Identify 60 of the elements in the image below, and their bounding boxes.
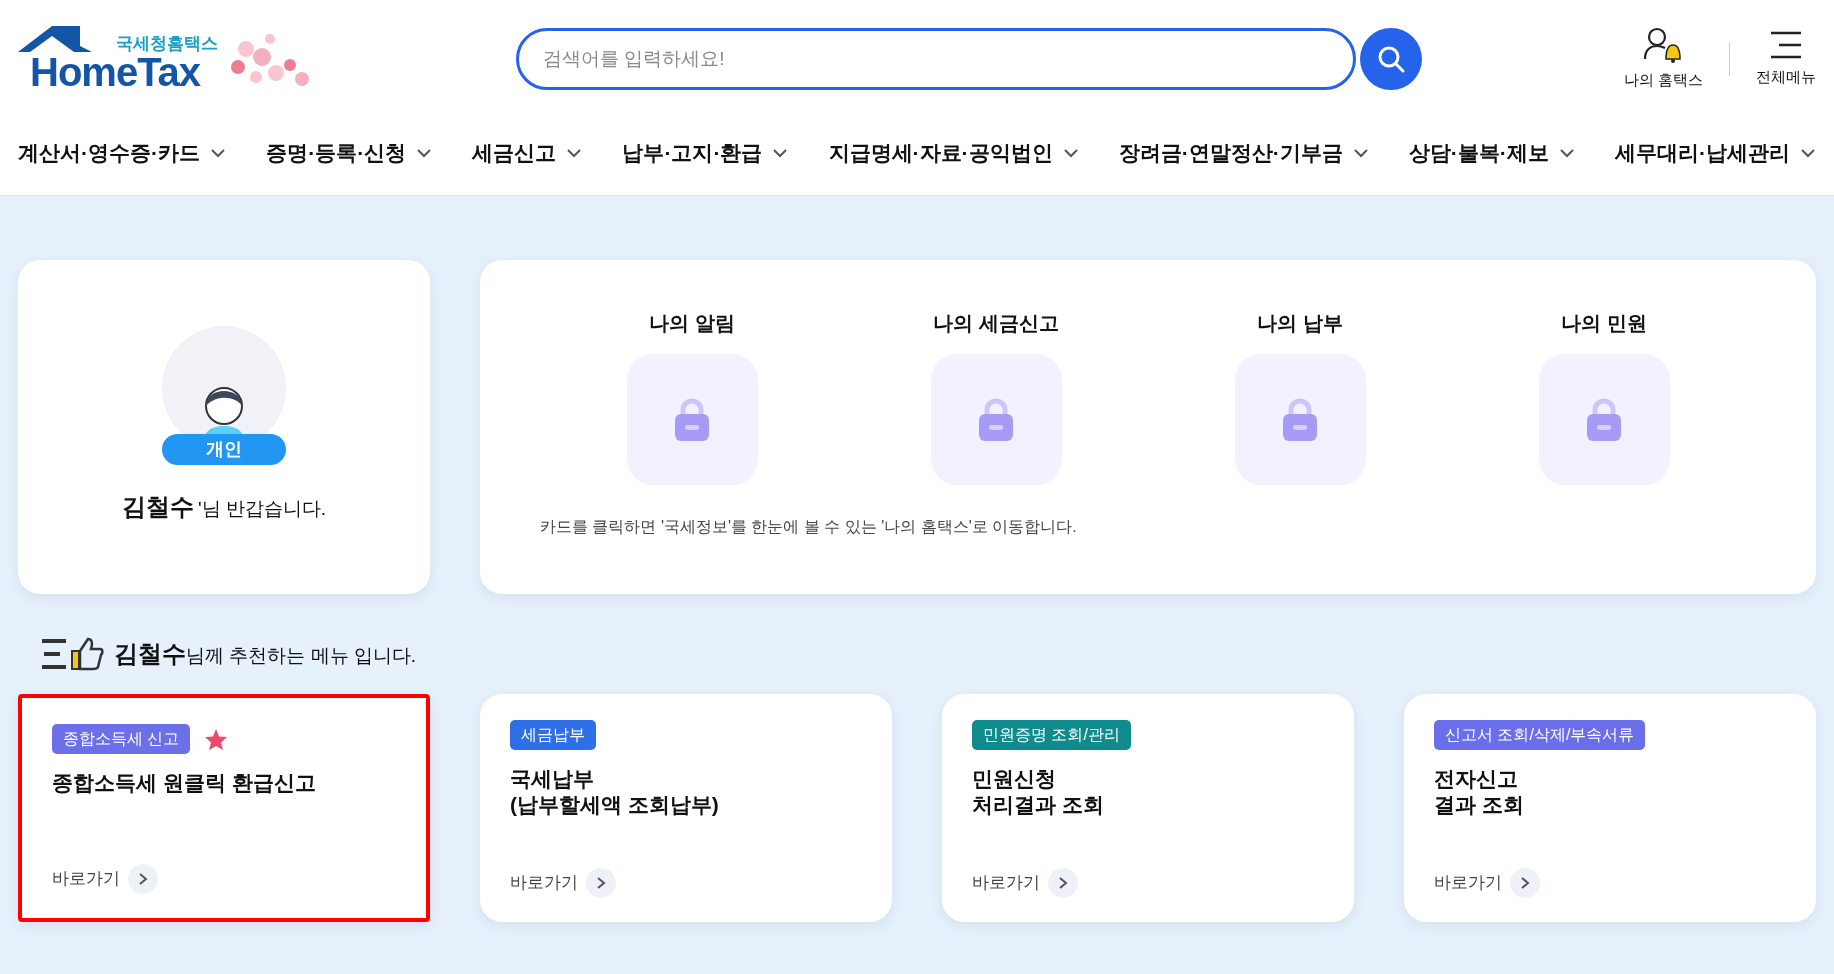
menu-title: 종합소득세 원클릭 환급신고 bbox=[52, 770, 317, 796]
search-icon bbox=[1376, 44, 1406, 74]
chevron-right-icon bbox=[128, 864, 158, 894]
card-title: 나의 납부 bbox=[1257, 311, 1343, 336]
chevron-down-icon bbox=[1800, 148, 1816, 158]
list-thumbs-up-icon bbox=[40, 637, 104, 671]
utility-button[interactable]: 나의 홈택스 bbox=[1623, 26, 1703, 92]
card-title: 나의 민원 bbox=[1561, 311, 1647, 336]
menu-title: 국세납부 (납부할세액 조회납부) bbox=[510, 766, 720, 819]
chevron-right-icon bbox=[1510, 868, 1540, 898]
chevron-down-icon bbox=[772, 148, 789, 158]
nav-menu-item[interactable]: 세금신고 bbox=[472, 137, 583, 169]
chevron-down-icon bbox=[566, 148, 583, 158]
logo-subtitle: 국세청홈택스 bbox=[116, 35, 218, 52]
menu-card[interactable]: 세금납부 국세납부 (납부할세액 조회납부) 바로가기 bbox=[480, 694, 892, 922]
search-field[interactable]: 검색어를 입력하세요! bbox=[516, 28, 1356, 90]
hometax-logo[interactable]: 국세청홈택스 HomeTax bbox=[18, 26, 316, 92]
nav-menu-item[interactable]: 세무대리·납세관리 bbox=[1615, 137, 1816, 169]
nav-menu-item[interactable]: 지급명세·자료·공익법인 bbox=[828, 137, 1079, 169]
menu-card[interactable]: 신고서 조회/삭제/부속서류 전자신고 결과 조회 바로가기 bbox=[1404, 694, 1816, 922]
user-type-badge: 개인 bbox=[162, 434, 286, 465]
category-tag: 종합소득세 신고 bbox=[52, 724, 191, 754]
utility-button[interactable]: 전체메뉴 bbox=[1756, 29, 1816, 89]
recommend-heading: 님께 추천하는 메뉴 입니다. bbox=[186, 644, 417, 668]
nav-menu-item[interactable]: 납부·고지·환급 bbox=[622, 137, 789, 169]
user-bell-icon bbox=[1643, 26, 1684, 63]
chevron-down-icon bbox=[1352, 148, 1369, 158]
summary-card[interactable] bbox=[1538, 354, 1670, 485]
nav-menu-item[interactable]: 증명·등록·신청 bbox=[266, 137, 433, 169]
info-text: 카드를 클릭하면 '국세정보'를 한눈에 볼 수 있는 '나의 홈택스'로 이동합니다. bbox=[540, 517, 1078, 537]
category-tag: 민원증명 조회/관리 bbox=[972, 720, 1131, 750]
menu-title: 민원신청 처리결과 조회 bbox=[972, 766, 1105, 819]
chevron-right-icon bbox=[1048, 868, 1078, 898]
logo-title: HomeTax bbox=[30, 52, 201, 92]
user-name: 김철수 bbox=[114, 639, 186, 669]
shortcut-link[interactable]: 바로가기 bbox=[510, 868, 862, 898]
summary-card[interactable] bbox=[930, 354, 1062, 485]
shortcut-link[interactable]: 바로가기 bbox=[52, 864, 396, 894]
summary-card[interactable] bbox=[1234, 354, 1366, 485]
nav-menu-item[interactable]: 상담·불복·제보 bbox=[1408, 137, 1575, 169]
greeting-text: '님 반갑습니다. bbox=[197, 497, 327, 521]
chevron-right-icon bbox=[586, 868, 616, 898]
menu-card[interactable]: 종합소득세 신고 종합소득세 원클릭 환급신고 바로가기 bbox=[18, 694, 430, 922]
menu-icon bbox=[1769, 29, 1803, 60]
nav-menu-item[interactable]: 계산서·영수증·카드 bbox=[18, 137, 226, 169]
menu-title: 전자신고 결과 조회 bbox=[1434, 766, 1525, 819]
chevron-down-icon bbox=[210, 148, 226, 158]
shortcut-link[interactable]: 바로가기 bbox=[1434, 868, 1786, 898]
card-title: 나의 알림 bbox=[649, 311, 735, 336]
card-title: 나의 세금신고 bbox=[933, 311, 1059, 336]
summary-card[interactable] bbox=[626, 354, 758, 485]
nav-menu-item[interactable]: 장려금·연말정산·기부금 bbox=[1118, 137, 1369, 169]
chevron-down-icon bbox=[1062, 148, 1079, 158]
category-tag: 세금납부 bbox=[510, 720, 596, 750]
category-tag: 신고서 조회/삭제/부속서류 bbox=[1434, 720, 1646, 750]
chevron-down-icon bbox=[1558, 148, 1575, 158]
shortcut-link[interactable]: 바로가기 bbox=[972, 868, 1324, 898]
user-name: 김철수 bbox=[121, 492, 194, 522]
chevron-down-icon bbox=[416, 148, 433, 158]
menu-card[interactable]: 민원증명 조회/관리 민원신청 처리결과 조회 바로가기 bbox=[942, 694, 1354, 922]
